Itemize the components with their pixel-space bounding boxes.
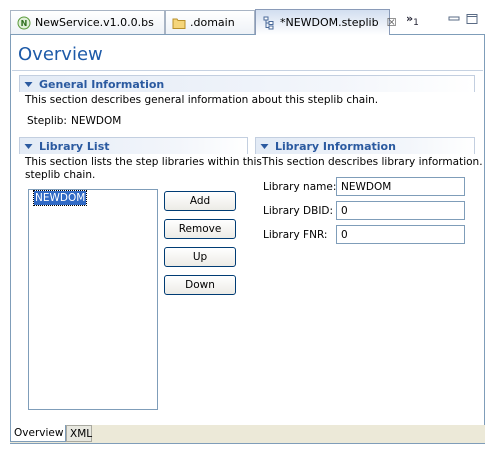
svg-text:N: N <box>21 19 28 28</box>
page-tab-label: XML <box>70 427 93 440</box>
folder-icon <box>172 18 186 29</box>
general-information-header[interactable]: General Information <box>19 75 475 92</box>
title-divider <box>12 70 483 71</box>
library-name-field[interactable] <box>336 177 465 196</box>
down-button[interactable]: Down <box>164 275 236 295</box>
remove-button[interactable]: Remove <box>164 219 236 239</box>
library-list-header[interactable]: Library List <box>19 137 248 154</box>
minimize-icon[interactable] <box>448 14 460 24</box>
section-title: Library List <box>39 139 110 153</box>
library-information-description: This section describes library informati… <box>262 156 483 168</box>
page-tab-label: Overview <box>14 427 64 439</box>
maximize-icon[interactable] <box>466 14 478 24</box>
tab-newdom-steplib[interactable]: *NEWDOM.steplib ☒ <box>255 9 396 35</box>
library-information-header[interactable]: Library Information <box>255 137 475 154</box>
steplib-editor: Overview General Information This sectio… <box>10 34 485 444</box>
up-button[interactable]: Up <box>164 247 236 267</box>
collapse-triangle-icon <box>260 143 269 149</box>
tab-newservice[interactable]: N NewService.v1.0.0.bs <box>10 10 165 34</box>
page-tab-xml[interactable]: XML <box>66 425 92 442</box>
steplib-icon <box>263 16 274 29</box>
library-dbid-field[interactable] <box>336 201 465 220</box>
steplib-label: Steplib: <box>27 115 67 127</box>
close-tab-icon[interactable]: ☒ <box>387 16 397 29</box>
overflow-count: 1 <box>413 18 419 29</box>
service-icon: N <box>17 16 31 29</box>
tab-label: NewService.v1.0.0.bs <box>35 16 154 29</box>
library-listbox[interactable]: NEWDOM <box>28 189 158 410</box>
library-list-description-line1: This section lists the step libraries wi… <box>25 156 262 168</box>
library-list-description-line2: steplib chain. <box>25 169 96 181</box>
collapse-triangle-icon <box>24 81 33 87</box>
library-dbid-label: Library DBID: <box>263 205 334 217</box>
page-title: Overview <box>18 44 103 65</box>
library-fnr-label: Library FNR: <box>263 229 328 241</box>
library-fnr-field[interactable] <box>336 225 465 244</box>
editor-tab-bar: N NewService.v1.0.0.bs .domain *NEWDOM.s… <box>0 0 497 35</box>
add-button[interactable]: Add <box>164 191 236 211</box>
tab-label: *NEWDOM.steplib <box>280 16 379 29</box>
section-title: General Information <box>39 77 165 91</box>
page-tab-overview[interactable]: Overview <box>10 425 66 442</box>
list-item-newdom[interactable]: NEWDOM <box>32 190 88 206</box>
steplib-value: NEWDOM <box>71 115 122 127</box>
section-title: Library Information <box>275 139 396 153</box>
general-description: This section describes general informati… <box>25 94 379 106</box>
tab-label: .domain <box>190 16 235 29</box>
collapse-triangle-icon <box>24 143 33 149</box>
library-name-label: Library name: <box>263 181 337 193</box>
tab-domain[interactable]: .domain <box>165 10 255 34</box>
tab-overflow-button[interactable]: »1 <box>406 12 419 28</box>
